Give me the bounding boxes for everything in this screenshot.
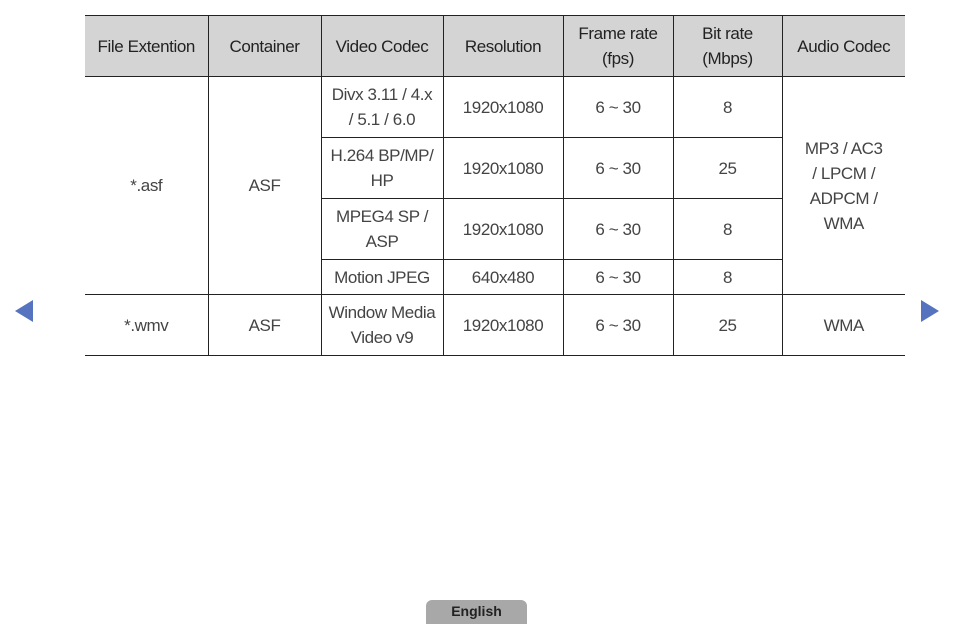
cell-resolution: 1920x1080	[442, 294, 564, 356]
cell-frame-rate: 6 ~ 30	[562, 259, 674, 295]
header-bit-rate-line2: (Mbps)	[702, 49, 753, 68]
header-file-extension: File Extention	[85, 15, 209, 77]
next-page-arrow-icon[interactable]	[921, 300, 939, 322]
cell-frame-rate: 6 ~ 30	[562, 76, 674, 138]
header-bit-rate: Bit rate (Mbps)	[672, 15, 783, 77]
cell-text: MP3 / AC3	[804, 138, 883, 158]
cell-frame-rate: 6 ~ 30	[562, 137, 674, 199]
cell-video-codec: H.264 BP/MP/HP	[321, 137, 444, 199]
table-row: *.wmv ASF Window Media Video v9 1920x1080…	[85, 294, 905, 356]
cell-bit-rate: 8	[672, 259, 782, 295]
cell-video-codec: MPEG4 SP / ASP	[321, 198, 444, 260]
header-frame-rate-line1: Frame rate	[578, 24, 658, 43]
cell-text: / 5.1 / 6.0	[348, 110, 416, 129]
cell-bit-rate: 25	[672, 294, 783, 356]
cell-text: WMA	[823, 213, 865, 233]
header-frame-rate-line2: (fps)	[601, 49, 634, 68]
header-resolution: Resolution	[442, 15, 564, 77]
cell-resolution: 1920x1080	[442, 76, 564, 138]
language-tab[interactable]: English	[426, 600, 527, 624]
cell-video-codec: Window Media Video v9	[320, 294, 444, 356]
cell-frame-rate: 6 ~ 30	[562, 198, 674, 260]
cell-text: / LPCM /	[812, 163, 876, 183]
cell-bit-rate: 8	[672, 198, 782, 260]
codec-spec-table: File Extention Container Video Codec Res…	[85, 15, 905, 356]
cell-video-codec: Divx 3.11 / 4.x / 5.1 / 6.0	[320, 76, 444, 138]
cell-text: Divx 3.11 / 4.x	[331, 85, 433, 104]
cell-text: HP	[370, 171, 394, 190]
cell-audio-codec: MP3 / AC3 / LPCM / ADPCM / WMA	[781, 76, 905, 295]
header-bit-rate-line1: Bit rate	[702, 24, 753, 43]
cell-bit-rate: 8	[672, 76, 783, 138]
cell-text: ASP	[365, 232, 399, 251]
previous-page-arrow-icon[interactable]	[15, 300, 33, 322]
header-container: Container	[207, 15, 322, 77]
cell-text: MPEG4 SP /	[335, 207, 429, 226]
header-row: File Extention Container Video Codec Res…	[85, 15, 905, 77]
cell-resolution: 1920x1080	[442, 198, 564, 260]
cell-text: Video v9	[350, 328, 414, 347]
cell-video-codec: Motion JPEG	[321, 259, 444, 295]
cell-resolution: 640x480	[442, 259, 564, 295]
cell-audio-codec: WMA	[781, 294, 905, 356]
header-audio-codec: Audio Codec	[781, 15, 905, 77]
cell-container: ASF	[207, 76, 322, 295]
cell-text: ADPCM /	[809, 188, 878, 208]
cell-text: Window Media	[328, 303, 436, 322]
table-row: *.asf ASF Divx 3.11 / 4.x / 5.1 / 6.0 192…	[85, 76, 905, 295]
cell-text: H.264 BP/MP/	[330, 146, 434, 165]
cell-resolution: 1920x1080	[442, 137, 564, 199]
cell-frame-rate: 6 ~ 30	[562, 294, 674, 356]
cell-extension: *.wmv	[85, 294, 209, 356]
cell-bit-rate: 25	[672, 137, 782, 199]
header-video-codec: Video Codec	[320, 15, 444, 77]
cell-container: ASF	[207, 294, 322, 356]
cell-extension: *.asf	[85, 76, 209, 295]
header-frame-rate: Frame rate (fps)	[562, 15, 674, 77]
